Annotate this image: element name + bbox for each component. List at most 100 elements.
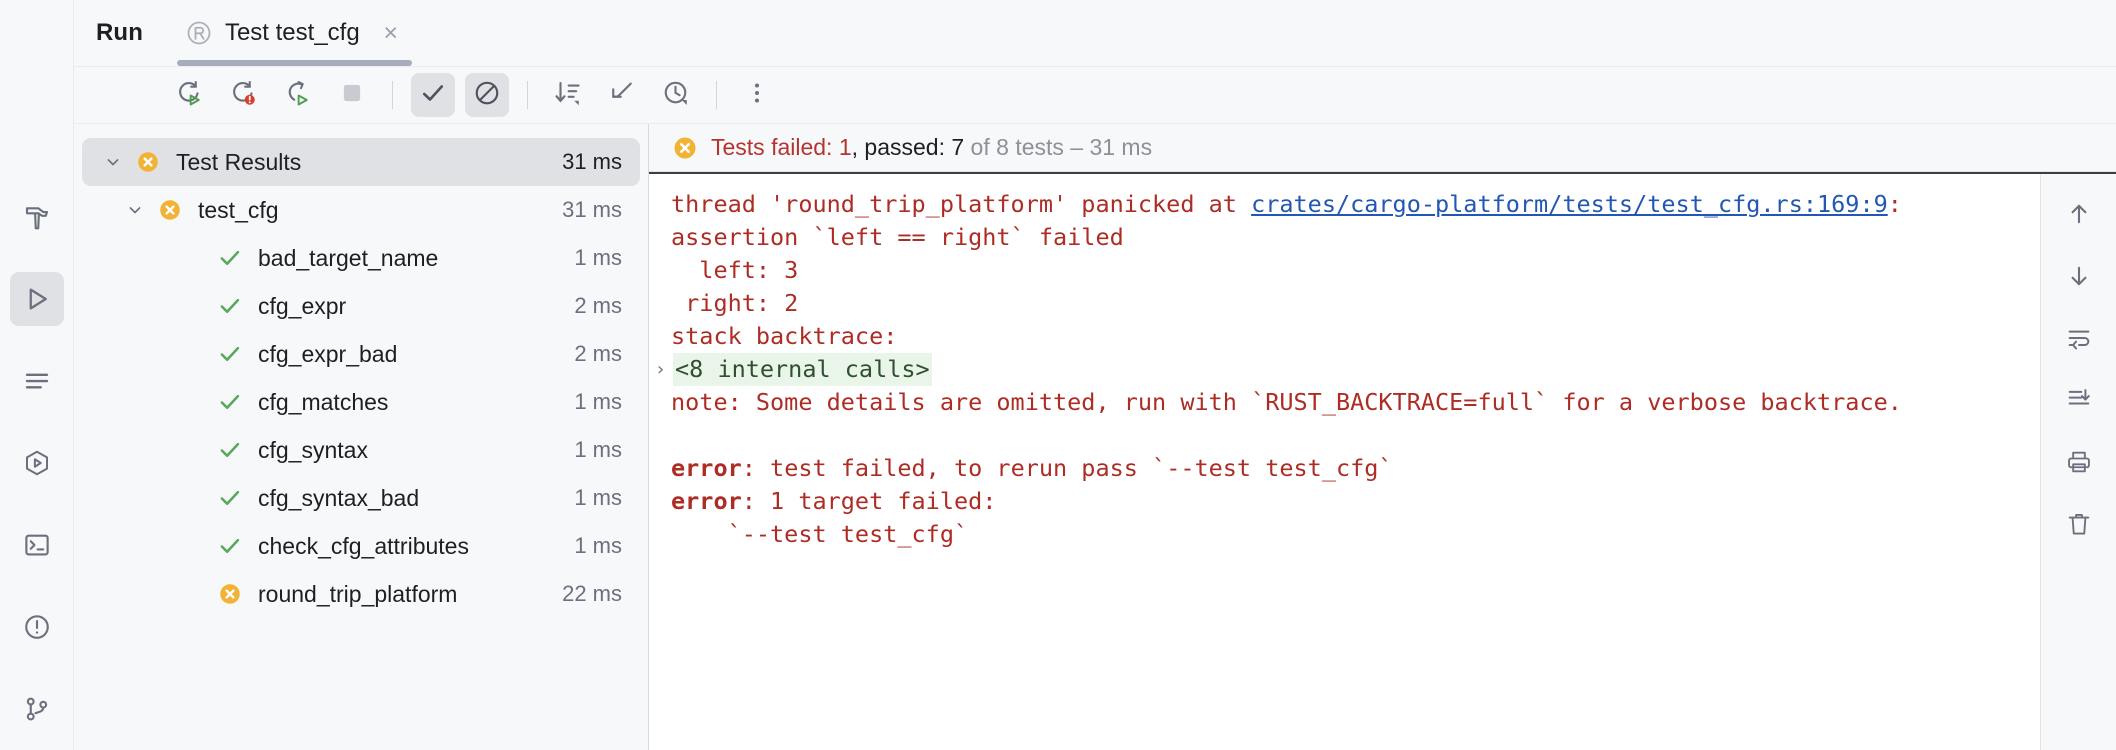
toggle-auto-test-button[interactable] xyxy=(276,73,320,117)
chevron-down-icon[interactable] xyxy=(118,200,152,220)
tree-row[interactable]: round_trip_platform 22 ms xyxy=(74,570,648,618)
status-failed-prefix: Tests failed: xyxy=(711,134,839,160)
tree-row-label: bad_target_name xyxy=(258,244,439,271)
sidebar-item-terminal[interactable] xyxy=(10,518,64,572)
tree-row-label: cfg_matches xyxy=(258,388,389,415)
passed-icon xyxy=(212,485,248,511)
console-text: : 1 target failed: xyxy=(741,487,997,515)
tree-row-label: cfg_expr_bad xyxy=(258,340,398,367)
close-icon[interactable]: × xyxy=(378,20,404,46)
failed-icon xyxy=(671,134,699,162)
rerun-failed-tests-button[interactable] xyxy=(222,73,266,117)
console-line: assertion `left == right` failed xyxy=(671,221,2040,254)
check-icon xyxy=(418,78,448,113)
status-passed-prefix: , passed: xyxy=(851,134,952,160)
passed-icon xyxy=(212,533,248,559)
rust-logo-icon xyxy=(185,19,213,47)
chevron-right-icon[interactable]: › xyxy=(655,353,671,386)
failed-icon xyxy=(130,149,166,175)
tree-row-label: cfg_expr xyxy=(258,292,347,319)
tree-row-label: check_cfg_attributes xyxy=(258,532,469,559)
stop-icon xyxy=(337,78,367,113)
clock-icon xyxy=(661,78,691,113)
console-text: : xyxy=(1887,190,1902,218)
console-text: stack backtrace: xyxy=(671,322,898,350)
tree-row-duration: 1 ms xyxy=(574,533,622,558)
warning-circle-icon xyxy=(22,612,52,642)
sidebar-item-version-control[interactable] xyxy=(10,682,64,736)
test-history-button[interactable] xyxy=(654,73,698,117)
tree-row-duration: 1 ms xyxy=(574,389,622,414)
tree-row[interactable]: test_cfg 31 ms xyxy=(74,186,648,234)
console-line: stack backtrace: xyxy=(671,320,2040,353)
sidebar-item-build[interactable] xyxy=(10,190,64,244)
tree-row[interactable]: Test Results 31 ms xyxy=(82,138,640,186)
tree-row-duration: 1 ms xyxy=(574,437,622,462)
run-panel: Run Test test_cfg × Test Results 31 ms t… xyxy=(74,0,2116,750)
chevron-down-icon[interactable] xyxy=(96,152,130,172)
show-passed-button[interactable] xyxy=(411,73,455,117)
sidebar-item-todo[interactable] xyxy=(10,354,64,408)
show-ignored-button[interactable] xyxy=(465,73,509,117)
run-body: Test Results 31 ms test_cfg 31 ms bad_target… xyxy=(74,124,2116,750)
trash-icon xyxy=(2065,510,2093,543)
console-output[interactable]: thread 'round_trip_platform' panicked at… xyxy=(649,174,2040,750)
tab-test-test-cfg[interactable]: Test test_cfg × xyxy=(161,0,420,66)
tree-row-label: round_trip_platform xyxy=(258,580,458,607)
clear-all-button[interactable] xyxy=(2053,500,2105,552)
sidebar-item-run[interactable] xyxy=(9,272,64,326)
tree-row-label: cfg_syntax xyxy=(258,436,368,463)
tree-row[interactable]: cfg_expr 2 ms xyxy=(74,282,648,330)
soft-wrap-button[interactable] xyxy=(2053,314,2105,366)
auto-test-icon xyxy=(283,78,313,113)
test-results-tree[interactable]: Test Results 31 ms test_cfg 31 ms bad_target… xyxy=(74,124,649,750)
scroll-to-end-button[interactable] xyxy=(2053,376,2105,428)
tree-row-label: Test Results xyxy=(176,148,302,175)
collapsed-frames-badge[interactable]: <8 internal calls> xyxy=(673,353,932,386)
lines-icon xyxy=(22,366,52,396)
tree-row-label: test_cfg xyxy=(198,196,279,223)
sort-button[interactable] xyxy=(546,73,590,117)
status-message: Tests failed: 1, passed: 7 of 8 tests – … xyxy=(711,134,1152,161)
prev-occurrence-button[interactable] xyxy=(2053,190,2105,242)
passed-icon xyxy=(212,437,248,463)
rerun-button[interactable] xyxy=(168,73,212,117)
tree-row-duration: 22 ms xyxy=(562,581,622,606)
source-link[interactable]: crates/cargo-platform/tests/test_cfg.rs:… xyxy=(1251,188,1888,221)
soft-wrap-icon xyxy=(2065,324,2093,357)
rerun-failed-icon xyxy=(229,78,259,113)
tree-row[interactable]: cfg_syntax_bad 1 ms xyxy=(74,474,648,522)
passed-icon xyxy=(212,389,248,415)
print-button[interactable] xyxy=(2053,438,2105,490)
console-line: left: 3 xyxy=(671,254,2040,287)
stop-button[interactable] xyxy=(330,73,374,117)
tree-row-duration: 2 ms xyxy=(574,341,622,366)
run-tool-window: Run Test test_cfg × Test Results 31 ms t… xyxy=(0,0,2116,750)
play-icon xyxy=(22,284,52,314)
console-text: thread 'round_trip_platform' panicked at xyxy=(671,190,1252,218)
console-text: note: Some details are omitted, run with… xyxy=(671,388,1902,416)
tree-row[interactable]: cfg_syntax 1 ms xyxy=(74,426,648,474)
tree-row[interactable]: cfg_matches 1 ms xyxy=(74,378,648,426)
tree-row[interactable]: check_cfg_attributes 1 ms xyxy=(74,522,648,570)
console-text: : test failed, to rerun pass `--test tes… xyxy=(741,454,1393,482)
passed-icon xyxy=(212,341,248,367)
console-line: thread 'round_trip_platform' panicked at… xyxy=(671,188,2040,221)
passed-icon xyxy=(212,245,248,271)
expand-collapse-button[interactable] xyxy=(600,73,644,117)
console-line: note: Some details are omitted, run with… xyxy=(671,386,2040,419)
next-occurrence-button[interactable] xyxy=(2053,252,2105,304)
passed-icon xyxy=(212,293,248,319)
hammer-icon xyxy=(22,202,52,232)
sidebar-item-services[interactable] xyxy=(10,436,64,490)
console-side-toolbar xyxy=(2040,174,2116,750)
tool-window-header: Run Test test_cfg × xyxy=(74,0,2116,66)
tree-row[interactable]: cfg_expr_bad 2 ms xyxy=(74,330,648,378)
sidebar-item-problems[interactable] xyxy=(10,600,64,654)
tree-row[interactable]: bad_target_name 1 ms xyxy=(74,234,648,282)
collapse-arrow-icon xyxy=(607,78,637,113)
more-options-button[interactable] xyxy=(735,73,779,117)
arrow-up-icon xyxy=(2065,200,2093,233)
console-column: Tests failed: 1, passed: 7 of 8 tests – … xyxy=(649,124,2116,750)
